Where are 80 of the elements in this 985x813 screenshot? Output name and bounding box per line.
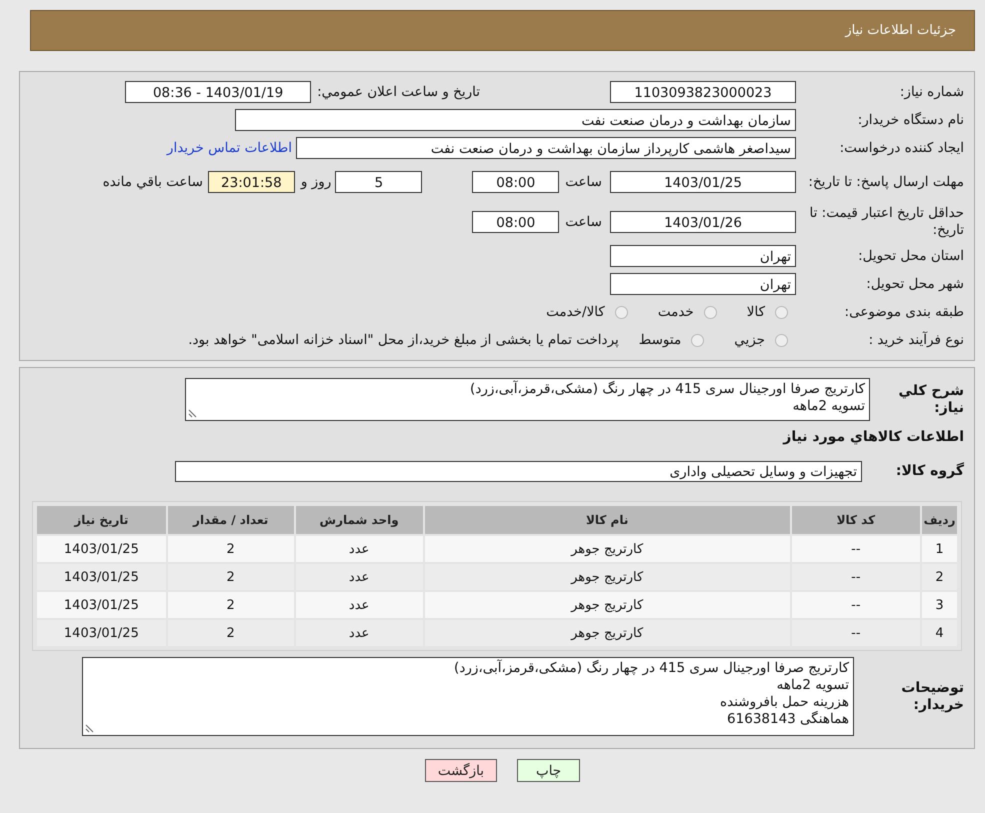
radio-label: متوسط: [638, 332, 682, 348]
radio-button[interactable]: [704, 306, 717, 318]
time-label: ساعت: [565, 214, 602, 230]
table-cell: 1: [922, 536, 957, 562]
field-label: شهر محل تحویل:: [865, 276, 965, 292]
column-header: واحد شمارش: [296, 506, 423, 534]
table-cell: 1403/01/25: [37, 536, 166, 562]
table-cell: 2: [168, 536, 294, 562]
table-cell: 2: [168, 592, 294, 618]
table-cell: عدد: [296, 592, 423, 618]
column-header: ردیف: [922, 506, 957, 534]
table-cell: 3: [922, 592, 957, 618]
table-cell: کارتریج جوهر: [424, 592, 790, 618]
radio-button[interactable]: [775, 334, 788, 346]
field-label: حداقل تاریخ اعتبار قیمت: تا تاریخ:: [808, 205, 965, 239]
back-button[interactable]: بازگشت: [424, 759, 497, 782]
table-cell: --: [792, 564, 920, 590]
table-cell: 1403/01/25: [37, 564, 166, 590]
radio-button[interactable]: [614, 306, 628, 318]
field-label: تاریخ و ساعت اعلان عمومي:: [317, 84, 480, 100]
remaining-time-field: 23:01:58: [208, 171, 295, 193]
remaining-label: ساعت باقي مانده: [102, 174, 203, 190]
city-field: تهران: [610, 273, 796, 295]
radio-label: جزيي: [734, 332, 765, 348]
buyer-field: سازمان بهداشت و درمان صنعت نفت: [235, 109, 796, 131]
radio-label: کالا/خدمت: [546, 304, 605, 320]
resize-grip-icon[interactable]: [85, 724, 94, 733]
deadline-time-field: 08:00: [472, 171, 560, 193]
field-label: شماره نیاز:: [898, 84, 965, 100]
field-label: نام دستگاه خریدار:: [856, 112, 965, 128]
process-note: پرداخت تمام یا بخشی از مبلغ خرید،از محل "اسناد خزانه اسلامی" خواهد بود.: [188, 332, 619, 348]
column-header: تاریخ نیاز: [37, 506, 166, 534]
radio-label: کالا: [746, 304, 765, 320]
contact-link[interactable]: اطلاعات تماس خریدار: [166, 140, 292, 156]
page-title: جزئیات اطلاعات نیاز: [845, 23, 956, 38]
table-cell: 2: [922, 564, 957, 590]
time-label: ساعت: [565, 174, 602, 190]
goods-group-field: تجهیزات و وسایل تحصیلی واداری: [175, 460, 862, 482]
table-cell: 4: [922, 620, 957, 646]
section-heading: اطلاعات کالاهاي مورد نياز: [782, 428, 965, 447]
days-label: روز و: [300, 174, 332, 190]
announce-date-field: 1403/01/19 - 08:36: [125, 81, 312, 103]
table-cell: عدد: [296, 564, 423, 590]
table-cell: 1403/01/25: [37, 592, 166, 618]
need-number-field: 1103093823000023: [610, 81, 796, 103]
field-label: گروه کالا:: [894, 462, 965, 480]
deadline-date-field: 1403/01/25: [610, 171, 796, 193]
print-button[interactable]: چاپ: [516, 759, 580, 782]
table-cell: عدد: [296, 620, 423, 646]
validity-date-field: 1403/01/26: [610, 211, 796, 233]
field-label: مهلت ارسال پاسخ: تا تاریخ:: [807, 174, 965, 190]
table-cell: 1403/01/25: [37, 620, 166, 646]
radio-button[interactable]: [691, 334, 704, 346]
buyer-notes-textarea[interactable]: کارتریج صرفا اورجینال سری 415 در چهار رنگ (مشکی،قرمز،آبی،زرد) تسویه 2ماهه هزرینه حمل بافروشنده هماهنگی 61638143: [82, 657, 854, 736]
table-cell: عدد: [296, 536, 423, 562]
table-cell: 2: [168, 620, 294, 646]
radio-label: خدمت: [658, 304, 694, 320]
requester-field: سیداصغر هاشمی کارپرداز سازمان بهداشت و درمان صنعت نفت: [296, 137, 796, 159]
province-field: تهران: [610, 245, 796, 267]
field-label: توضیحات خریدار:: [900, 680, 965, 714]
table-cell: --: [792, 620, 920, 646]
table-cell: کارتریج جوهر: [424, 536, 790, 562]
days-field: 5: [335, 171, 422, 193]
table-cell: کارتریج جوهر: [424, 620, 790, 646]
validity-time-field: 08:00: [472, 211, 560, 233]
field-label: شرح کلي نياز:: [898, 382, 965, 416]
column-header: تعداد / مقدار: [168, 506, 294, 534]
field-label: استان محل تحویل:: [857, 248, 965, 264]
resize-grip-icon[interactable]: [188, 409, 197, 418]
column-header: کد کالا: [792, 506, 920, 534]
field-label: طبقه بندی موضوعی:: [844, 304, 965, 320]
field-label: ایجاد کننده درخواست:: [838, 140, 965, 156]
table-cell: 2: [168, 564, 294, 590]
column-header: نام کالا: [424, 506, 790, 534]
field-label: نوع فرآیند خرید :: [868, 332, 965, 348]
table-cell: کارتریج جوهر: [424, 564, 790, 590]
radio-button[interactable]: [775, 306, 788, 318]
table-cell: --: [792, 592, 920, 618]
table-cell: --: [792, 536, 920, 562]
summary-textarea[interactable]: کارتریج صرفا اورجینال سری 415 در چهار رنگ (مشکی،قرمز،آبی،زرد) تسویه 2ماهه: [185, 378, 870, 421]
